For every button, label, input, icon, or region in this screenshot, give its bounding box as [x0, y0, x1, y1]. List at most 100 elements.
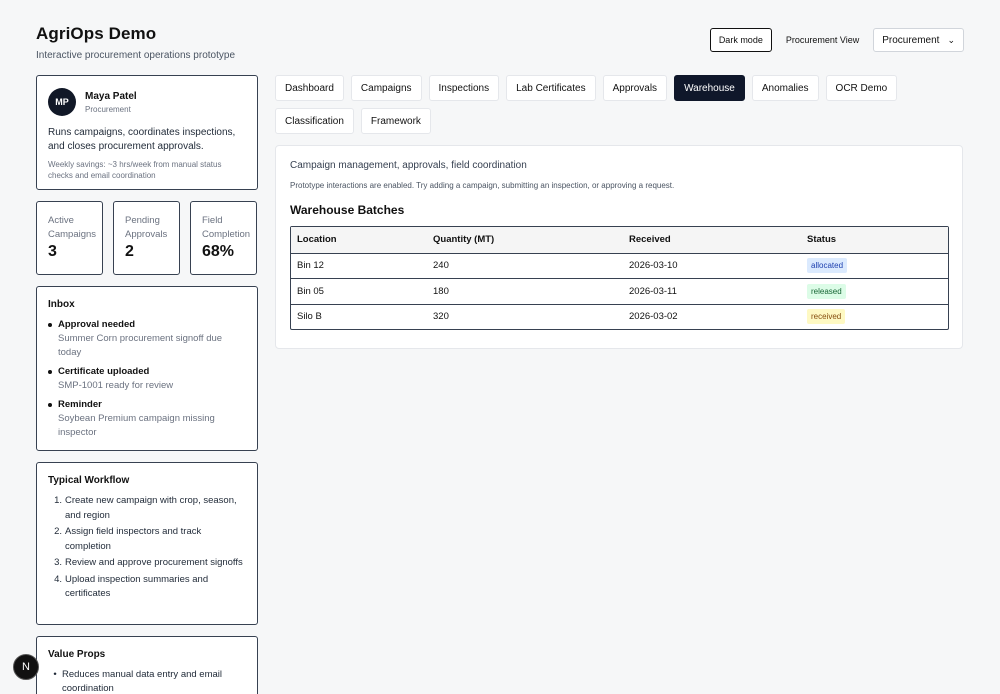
workflow-card: Typical Workflow 1. Create new campaign … [36, 462, 258, 625]
inbox-card: Inbox Approval needed Summer Corn procur… [36, 286, 258, 451]
step-text: Upload inspection summaries and certific… [65, 573, 209, 600]
cell-received: 2026-03-11 [629, 285, 677, 297]
inbox-item-desc: Soybean Premium campaign missing inspect… [58, 413, 215, 438]
tab-framework[interactable]: Framework [360, 108, 431, 134]
inbox-item-desc: SMP-1001 ready for review [58, 380, 174, 391]
workflow-step: 2. Assign field inspectors and track com… [48, 525, 246, 554]
value-prop-text: Reduces manual data entry and email coor… [62, 669, 223, 694]
sidebar: MP Maya Patel Procurement Runs campaigns… [36, 75, 258, 694]
panel-note: Prototype interactions are enabled. Try … [290, 181, 675, 190]
tab-dashboard[interactable]: Dashboard [275, 75, 344, 101]
stat-pending-approvals: Pending Approvals 2 [113, 201, 180, 275]
tab-anomalies[interactable]: Anomalies [751, 75, 819, 101]
tab-bar: Dashboard Campaigns Inspections Lab Cert… [275, 75, 965, 134]
view-label: Procurement View [785, 35, 860, 45]
table-header-row: Location Quantity (MT) Received Status [291, 227, 948, 253]
workflow-title: Typical Workflow [48, 475, 130, 486]
column-header[interactable]: Location [291, 234, 427, 245]
step-number: 4. [54, 573, 62, 585]
page-header: AgriOps Demo Interactive procurement ope… [36, 24, 235, 61]
stats-row: Active Campaigns 3 Pending Approvals 2 F… [36, 201, 258, 275]
profile-name: Maya Patel [85, 90, 137, 102]
panel-description: Campaign management, approvals, field co… [290, 160, 527, 171]
workflow-step: 3. Review and approve procurement signof… [48, 556, 246, 571]
step-text: Create new campaign with crop, season, a… [65, 495, 237, 521]
inbox-item[interactable]: Certificate uploaded SMP-1001 ready for … [48, 366, 246, 393]
profile-description: Runs campaigns, coordinates inspections,… [48, 127, 236, 152]
tab-lab-certificates[interactable]: Lab Certificates [506, 75, 596, 101]
top-controls: Dark mode Procurement View Procurement ⌄ [709, 28, 964, 52]
bullet-icon [48, 403, 52, 407]
value-prop-item: • Reduces manual data entry and email co… [48, 668, 246, 694]
step-text: Assign field inspectors and track comple… [65, 526, 202, 552]
stat-value: 2 [125, 243, 134, 260]
value-props-card: Value Props • Reduces manual data entry … [36, 636, 258, 694]
chevron-down-icon: ⌄ [947, 34, 955, 45]
inbox-item-title: Certificate uploaded [58, 366, 150, 377]
stat-value: 68% [202, 243, 235, 260]
workflow-step: 1. Create new campaign with crop, season… [48, 494, 246, 523]
profile-savings: Weekly savings: ~3 hrs/week from manual … [48, 160, 222, 180]
inbox-title: Inbox [48, 299, 75, 310]
app-title: AgriOps Demo [36, 24, 157, 43]
column-header[interactable]: Quantity (MT) [427, 234, 623, 245]
cell-location: Bin 05 [297, 285, 324, 297]
cell-status: released [801, 283, 948, 299]
cell-location: Bin 12 [297, 260, 324, 272]
column-header[interactable]: Received [623, 234, 801, 245]
tab-ocr-demo[interactable]: OCR Demo [825, 75, 898, 101]
table-row[interactable]: Silo B 320 2026-03-02 received [291, 303, 948, 330]
profile-card: MP Maya Patel Procurement Runs campaigns… [36, 75, 258, 190]
step-number: 3. [54, 557, 62, 568]
inbox-item-title: Approval needed [58, 319, 136, 330]
tab-classification[interactable]: Classification [275, 108, 354, 134]
table-row[interactable]: Bin 12 240 2026-03-10 allocated [291, 252, 948, 279]
inbox-item-desc: Summer Corn procurement signoff due toda… [58, 333, 223, 358]
profile-role: Procurement [85, 104, 131, 114]
status-badge: released [807, 283, 846, 299]
panel-title: Warehouse Batches [290, 203, 405, 217]
inbox-list: Approval needed Summer Corn procurement … [48, 319, 246, 440]
bullet-icon [48, 370, 52, 374]
cell-quantity: 240 [433, 260, 449, 272]
cell-received: 2026-03-10 [629, 260, 678, 272]
avatar: MP [48, 88, 76, 116]
app-subtitle: Interactive procurement operations proto… [36, 50, 235, 61]
stat-field-completion: Field Completion 68% [190, 201, 257, 275]
step-text: Review and approve procurement signoffs [65, 557, 243, 568]
bullet-icon [48, 323, 52, 327]
stat-active-campaigns: Active Campaigns 3 [36, 201, 103, 275]
value-props-title: Value Props [48, 649, 106, 660]
tab-warehouse[interactable]: Warehouse [674, 75, 745, 101]
step-number: 2. [54, 526, 62, 537]
cell-received: 2026-03-02 [629, 311, 678, 323]
inbox-item-title: Reminder [58, 399, 102, 410]
status-badge: received [807, 309, 846, 325]
table-row[interactable]: Bin 05 180 2026-03-11 released [291, 278, 948, 304]
tab-campaigns[interactable]: Campaigns [350, 75, 422, 101]
role-select[interactable]: Procurement ⌄ [873, 28, 964, 52]
nextjs-dev-button[interactable]: N [13, 654, 39, 680]
warehouse-table: Location Quantity (MT) Received Status B… [290, 226, 949, 330]
role-select-value: Procurement [882, 34, 940, 46]
tab-approvals[interactable]: Approvals [602, 75, 668, 101]
dark-mode-button[interactable]: Dark mode [709, 28, 772, 52]
stat-label: Active Campaigns [48, 215, 97, 240]
bullet-icon: • [53, 669, 57, 680]
warehouse-panel: Campaign management, approvals, field co… [275, 145, 963, 349]
tab-inspections[interactable]: Inspections [428, 75, 500, 101]
status-badge: allocated [807, 258, 848, 274]
stat-label: Pending Approvals [125, 215, 168, 240]
column-header[interactable]: Status [801, 234, 948, 245]
stat-value: 3 [48, 243, 57, 260]
cell-status: received [801, 309, 948, 325]
cell-status: allocated [801, 258, 948, 274]
inbox-item[interactable]: Approval needed Summer Corn procurement … [48, 319, 246, 360]
cell-location: Silo B [297, 311, 322, 323]
workflow-step: 4. Upload inspection summaries and certi… [48, 573, 246, 602]
stat-label: Field Completion [202, 215, 251, 240]
cell-quantity: 320 [433, 311, 449, 323]
cell-quantity: 180 [433, 285, 449, 297]
workflow-list: 1. Create new campaign with crop, season… [48, 494, 246, 602]
inbox-item[interactable]: Reminder Soybean Premium campaign missin… [48, 399, 246, 440]
